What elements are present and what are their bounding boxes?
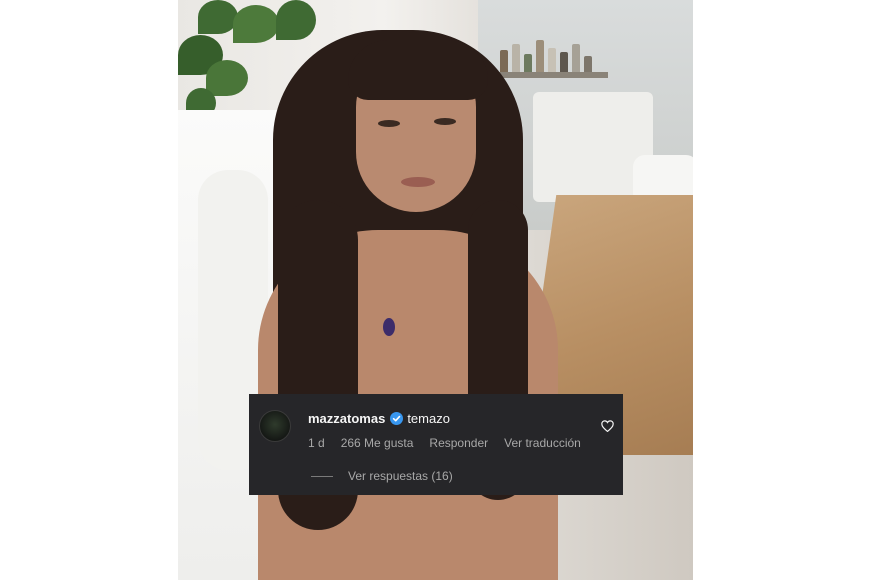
view-replies[interactable]: Ver respuestas (16) — [311, 469, 453, 483]
comment-header: mazzatomas temazo — [308, 411, 450, 426]
verified-badge-icon — [390, 412, 404, 425]
plant-leaf — [233, 5, 279, 43]
plant-leaf — [276, 0, 316, 40]
plant-leaf — [206, 60, 248, 96]
necklace-pendant — [383, 318, 395, 336]
eye — [434, 118, 456, 125]
heart-icon[interactable] — [601, 419, 614, 433]
plant-leaf — [198, 0, 238, 34]
hair-fringe — [348, 40, 488, 100]
comment-time: 1 d — [308, 436, 325, 450]
view-replies-label[interactable]: Ver respuestas (16) — [348, 469, 453, 483]
bottle-shelf — [496, 38, 608, 74]
comment-meta: 1 d 266 Me gusta Responder Ver traducció… — [308, 436, 581, 450]
likes-count[interactable]: 266 Me gusta — [341, 436, 414, 450]
comment-text: temazo — [407, 411, 450, 426]
eye — [378, 120, 400, 127]
comment-card: mazzatomas temazo 1 d 266 Me gusta Respo… — [249, 394, 623, 495]
replies-divider — [311, 475, 333, 477]
reply-button[interactable]: Responder — [429, 436, 488, 450]
shelf — [498, 72, 608, 78]
avatar[interactable] — [259, 410, 291, 442]
username[interactable]: mazzatomas — [308, 411, 385, 426]
translate-button[interactable]: Ver traducción — [504, 436, 581, 450]
lips — [401, 177, 435, 187]
